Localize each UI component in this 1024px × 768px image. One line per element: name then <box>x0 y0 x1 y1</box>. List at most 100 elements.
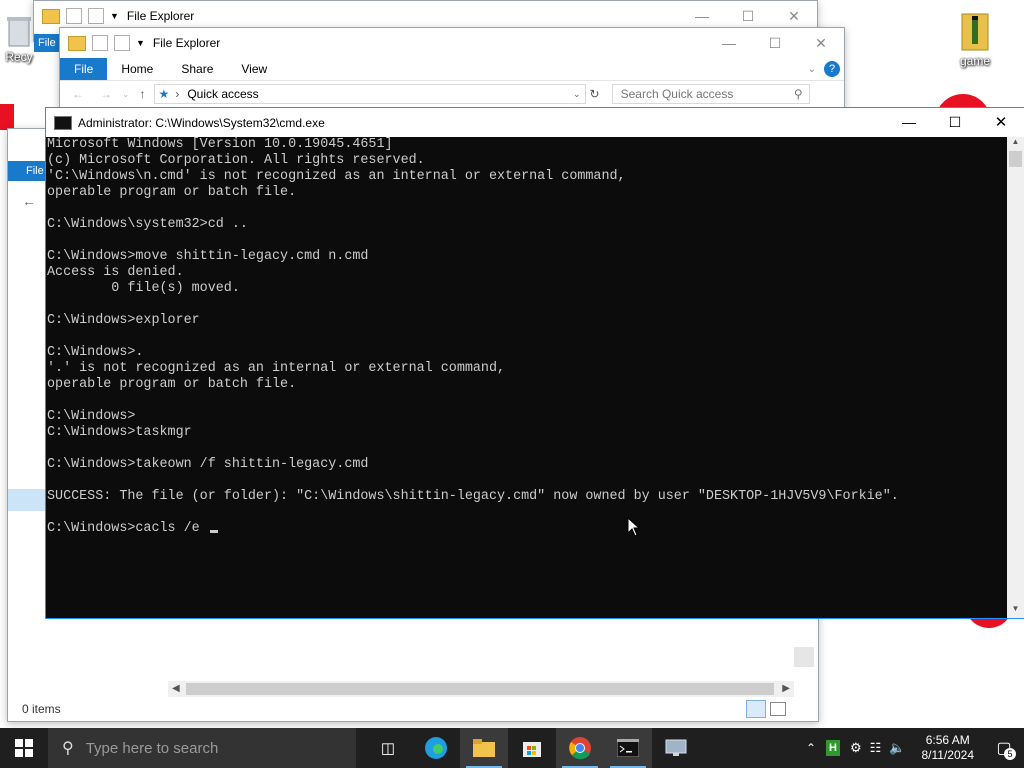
window-title: File Explorer <box>152 36 221 50</box>
scroll-right-icon[interactable]: ▶ <box>782 681 790 697</box>
close-button[interactable]: ✕ <box>978 108 1024 137</box>
edge-icon[interactable] <box>412 728 460 768</box>
terminal-line: C:\Windows>explorer <box>47 313 200 328</box>
tab-file[interactable]: File <box>60 58 108 80</box>
maximize-button[interactable]: ☐ <box>932 108 978 137</box>
ribbon-tabs: File Home Share View ⌄ ? <box>60 58 844 80</box>
terminal-line: operable program or batch file. <box>47 185 297 200</box>
large-icons-view-icon[interactable] <box>770 702 786 716</box>
help-icon[interactable]: ? <box>824 61 840 77</box>
file-explorer-icon[interactable] <box>460 728 508 768</box>
taskbar-search-box[interactable]: ⚲ Type here to search <box>48 728 356 768</box>
search-placeholder: Search Quick access <box>620 87 734 101</box>
terminal-line: C:\Windows\system32>cd .. <box>47 217 248 232</box>
terminal-line: C:\Windows>taskmgr <box>47 425 192 440</box>
address-text: Quick access <box>187 87 259 101</box>
recycle-bin-icon <box>4 12 34 50</box>
desktop-icon-label: game <box>959 54 991 68</box>
tab-home[interactable]: Home <box>107 58 167 80</box>
notification-center-button[interactable]: ▢ 5 <box>984 728 1024 768</box>
recent-locations-icon[interactable]: ⌄ <box>122 89 130 100</box>
terminal-line: '.' is not recognized as an internal or … <box>47 361 506 376</box>
desktop-icon-game[interactable]: game <box>945 10 1005 68</box>
chrome-icon[interactable] <box>556 728 604 768</box>
terminal-line: C:\Windows> <box>47 409 136 424</box>
ribbon-expand-icon[interactable]: ⌄ <box>808 64 824 75</box>
new-folder-icon[interactable] <box>88 8 104 24</box>
remote-icon[interactable] <box>652 728 700 768</box>
terminal-prompt-line[interactable]: C:\Windows>cacls /e <box>46 521 1007 537</box>
back-arrow-icon[interactable]: ← <box>22 193 36 209</box>
start-button[interactable] <box>0 728 48 768</box>
windows-logo-icon <box>15 739 33 757</box>
terminal-line: Access is denied. <box>47 265 184 280</box>
desktop-icon-label: Recy <box>5 50 33 64</box>
cmd-icon <box>54 115 72 130</box>
quick-access-star-icon: ★ <box>158 87 170 101</box>
folder-icon <box>68 35 86 51</box>
terminal-prompt-text: C:\Windows>cacls /e <box>47 521 208 536</box>
breadcrumb-separator-icon: › <box>175 87 180 101</box>
ribbon-file-label: File <box>26 165 44 177</box>
search-icon: ⚲ <box>793 87 803 101</box>
terminal-line: 0 file(s) moved. <box>47 281 240 296</box>
ribbon-file-label: File <box>38 37 56 49</box>
cmd-titlebar[interactable]: Administrator: C:\Windows\System32\cmd.e… <box>46 108 1024 137</box>
clock-time: 6:56 AM <box>925 733 970 747</box>
show-hidden-icons-icon[interactable]: ⌃ <box>806 741 816 755</box>
scroll-left-icon[interactable]: ◀ <box>172 681 180 697</box>
terminal-line: C:\Windows>move shittin-legacy.cmd n.cmd <box>47 249 369 264</box>
search-icon: ⚲ <box>62 740 74 757</box>
tab-view[interactable]: View <box>227 58 281 80</box>
background-app-fragment <box>0 104 14 130</box>
tab-share[interactable]: Share <box>167 58 227 80</box>
network-adapter-icon[interactable]: ⚙ <box>850 740 862 756</box>
properties-icon[interactable] <box>92 35 108 51</box>
search-placeholder: Type here to search <box>85 739 219 757</box>
details-view-icon[interactable] <box>746 700 766 718</box>
address-dropdown-icon[interactable]: ⌄ <box>573 89 581 100</box>
cmd-icon[interactable] <box>604 728 652 768</box>
maximize-button[interactable]: ☐ <box>752 28 798 58</box>
clock[interactable]: 6:56 AM 8/11/2024 <box>912 733 985 763</box>
terminal-line: Microsoft Windows [Version 10.0.19045.46… <box>47 137 393 152</box>
minimize-button[interactable]: — <box>886 108 932 137</box>
search-box[interactable]: Search Quick access ⚲ <box>611 84 810 104</box>
minimize-button[interactable]: — <box>706 28 752 58</box>
scroll-up-icon[interactable]: ▲ <box>1007 137 1024 151</box>
scroll-thumb[interactable] <box>1009 151 1022 167</box>
back-arrow-icon[interactable]: ← <box>72 87 84 101</box>
address-bar[interactable]: ★ › Quick access ⌄ <box>153 84 586 104</box>
app-tray-icon[interactable]: H <box>826 740 840 756</box>
terminal-output[interactable]: Microsoft Windows [Version 10.0.19045.46… <box>46 137 1007 618</box>
explorer-window-front[interactable]: ▼ File Explorer — ☐ ✕ File Home Share Vi… <box>59 27 845 113</box>
forward-arrow-icon[interactable]: → <box>100 87 112 101</box>
folder-icon <box>42 8 60 24</box>
task-view-icon[interactable]: ◫ <box>364 728 412 768</box>
horizontal-scrollbar[interactable]: ◀ ▶ <box>168 681 794 697</box>
vertical-scrollbar[interactable]: ▲ ▼ <box>1007 137 1024 618</box>
chevron-down-icon[interactable]: ▼ <box>136 38 145 48</box>
chevron-down-icon[interactable]: ▼ <box>110 11 119 21</box>
scroll-thumb[interactable] <box>186 683 774 695</box>
folder-zip-icon <box>958 10 992 54</box>
properties-icon[interactable] <box>66 8 82 24</box>
scroll-down-icon[interactable]: ▼ <box>1007 604 1024 618</box>
taskbar: ⚲ Type here to search ◫ ⌃ H ⚙ ☷ 🔈 6:56 A… <box>0 728 1024 768</box>
system-tray: ⌃ H ⚙ ☷ 🔈 6:56 AM 8/11/2024 ▢ 5 <box>806 728 1024 768</box>
close-button[interactable]: ✕ <box>798 28 844 58</box>
cmd-window[interactable]: Administrator: C:\Windows\System32\cmd.e… <box>45 107 1024 619</box>
vertical-scroll-fragment <box>794 647 814 667</box>
new-folder-icon[interactable] <box>114 35 130 51</box>
volume-icon[interactable]: 🔈 <box>889 740 905 756</box>
store-icon[interactable] <box>508 728 556 768</box>
up-arrow-icon[interactable]: ↑ <box>140 87 146 101</box>
refresh-icon[interactable]: ↻ <box>590 87 600 101</box>
nav-pane-selected-item[interactable] <box>8 489 48 511</box>
wifi-icon[interactable]: ☷ <box>870 740 882 756</box>
